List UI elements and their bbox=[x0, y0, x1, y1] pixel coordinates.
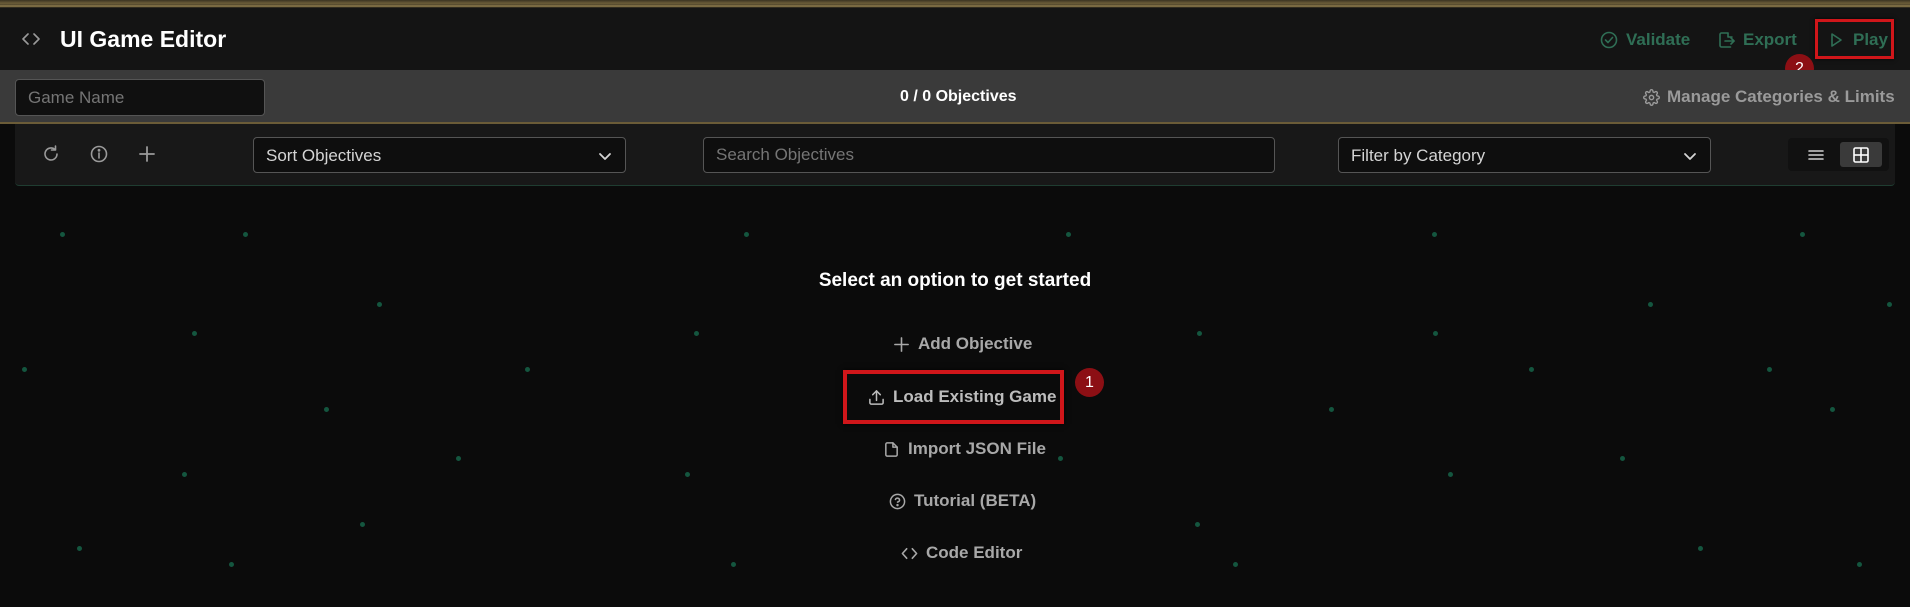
top-accent-line bbox=[0, 0, 1910, 8]
export-icon bbox=[1719, 32, 1735, 48]
check-circle-icon bbox=[1600, 31, 1618, 49]
validate-label: Validate bbox=[1626, 30, 1691, 49]
code-icon[interactable] bbox=[22, 31, 40, 47]
manage-categories-button[interactable]: Manage Categories & Limits bbox=[1643, 87, 1895, 107]
code-icon bbox=[901, 547, 918, 559]
manage-categories-label: Manage Categories & Limits bbox=[1667, 87, 1895, 106]
plus-icon bbox=[894, 336, 909, 352]
help-circle-icon bbox=[889, 493, 906, 509]
import-json-label: Import JSON File bbox=[908, 439, 1046, 458]
objectives-toolbar: Sort Objectives Filter by Category bbox=[15, 124, 1895, 186]
step-badge-1: 1 bbox=[1075, 368, 1104, 397]
list-icon bbox=[1808, 149, 1824, 160]
list-view-button[interactable] bbox=[1796, 142, 1836, 167]
filter-category-select[interactable]: Filter by Category bbox=[1338, 137, 1711, 173]
view-mode-toggle bbox=[1788, 138, 1889, 171]
gear-icon bbox=[1643, 88, 1660, 106]
export-label: Export bbox=[1743, 30, 1797, 49]
app-title: UI Game Editor bbox=[60, 26, 227, 52]
tutorial-label: Tutorial (BETA) bbox=[914, 491, 1037, 510]
objectives-count: 0 / 0 Objectives bbox=[900, 88, 1017, 105]
export-button[interactable]: Export bbox=[1717, 28, 1797, 52]
get-started-prompt: Select an option to get started bbox=[818, 270, 1092, 291]
tutorial-button[interactable]: Tutorial (BETA) bbox=[889, 491, 1036, 511]
game-info-bar: 0 / 0 Objectives Manage Categories & Lim… bbox=[0, 70, 1910, 124]
add-objective-button[interactable]: Add Objective bbox=[893, 334, 1032, 354]
refresh-icon[interactable] bbox=[41, 144, 61, 164]
search-objectives-input[interactable] bbox=[703, 137, 1275, 173]
grid-icon bbox=[1853, 146, 1869, 163]
chevron-down-icon bbox=[1684, 153, 1696, 160]
info-icon[interactable] bbox=[89, 144, 109, 164]
code-editor-button[interactable]: Code Editor bbox=[901, 543, 1022, 563]
chevron-down-icon bbox=[599, 153, 611, 160]
app-header: UI Game Editor Validate Export Play bbox=[0, 8, 1910, 70]
plus-icon[interactable] bbox=[137, 144, 157, 164]
validate-button[interactable]: Validate bbox=[1600, 28, 1690, 52]
game-name-input[interactable] bbox=[15, 79, 265, 116]
import-json-button[interactable]: Import JSON File bbox=[883, 439, 1046, 459]
code-editor-label: Code Editor bbox=[926, 543, 1023, 562]
sort-objectives-select[interactable]: Sort Objectives bbox=[253, 137, 626, 173]
add-objective-label: Add Objective bbox=[918, 334, 1033, 353]
file-icon bbox=[885, 441, 898, 457]
grid-view-button[interactable] bbox=[1840, 142, 1882, 167]
sort-objectives-label: Sort Objectives bbox=[266, 146, 382, 165]
filter-category-label: Filter by Category bbox=[1351, 146, 1486, 165]
highlight-box-play bbox=[1815, 19, 1894, 59]
highlight-box-load-game bbox=[843, 370, 1064, 424]
